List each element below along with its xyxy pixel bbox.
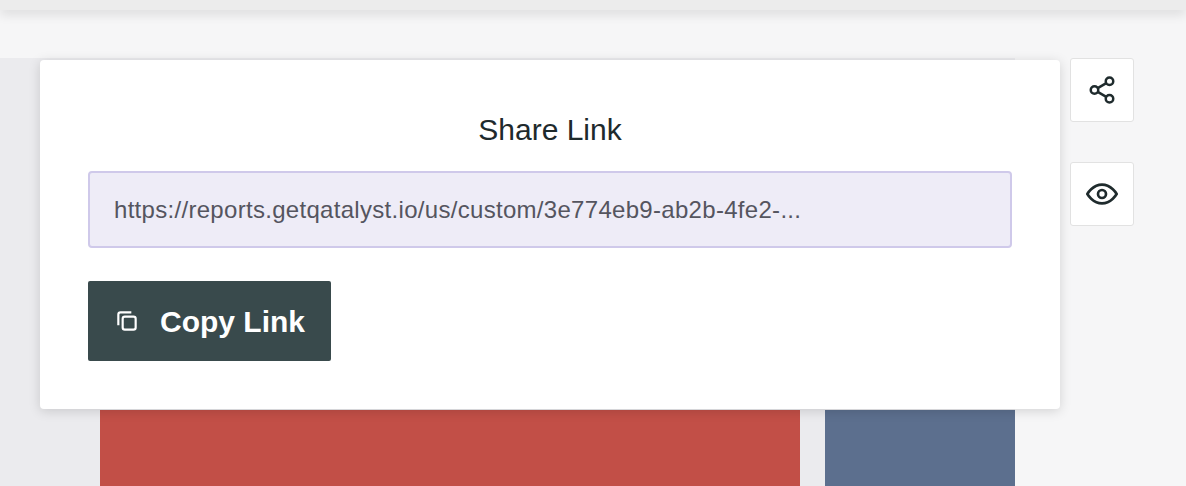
share-button[interactable] bbox=[1070, 58, 1134, 122]
red-swatch bbox=[100, 410, 800, 486]
share-popover: Share Link Copy Link bbox=[40, 60, 1060, 409]
blue-swatch bbox=[825, 410, 1015, 486]
copy-link-label: Copy Link bbox=[160, 299, 305, 344]
preview-button[interactable] bbox=[1070, 162, 1134, 226]
copy-link-button[interactable]: Copy Link bbox=[88, 281, 331, 361]
share-icon bbox=[1087, 75, 1117, 105]
popover-title: Share Link bbox=[88, 110, 1012, 150]
link-field[interactable] bbox=[88, 171, 1012, 248]
top-bar bbox=[0, 0, 1186, 10]
eye-icon bbox=[1086, 178, 1118, 210]
copy-icon bbox=[114, 308, 140, 334]
